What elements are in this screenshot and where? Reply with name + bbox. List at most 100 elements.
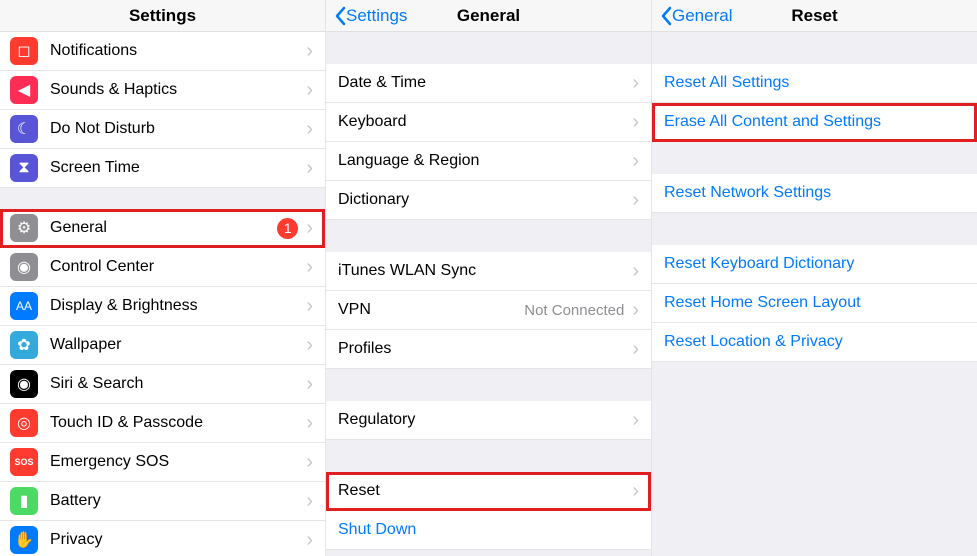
row-label: Reset Home Screen Layout: [664, 294, 965, 312]
chevron-right-icon: ›: [632, 260, 639, 283]
row-label: Erase All Content and Settings: [664, 113, 965, 131]
settings-row-privacy[interactable]: ✋Privacy›: [0, 521, 325, 556]
row-label: Notifications: [50, 42, 306, 60]
col2-row-date-time[interactable]: Date & Time›: [326, 64, 651, 103]
row-label: Shut Down: [338, 521, 639, 539]
settings-row-general[interactable]: ⚙ General1 ›: [0, 209, 325, 248]
row-label: VPN: [338, 301, 524, 319]
col2-row-vpn[interactable]: VPNNot Connected ›: [326, 291, 651, 330]
group-separator: [326, 440, 651, 472]
row-label: Emergency SOS: [50, 453, 306, 471]
col2-row-language-region[interactable]: Language & Region›: [326, 142, 651, 181]
col3-row-reset-all-settings[interactable]: Reset All Settings: [652, 64, 977, 103]
row-label: Reset All Settings: [664, 74, 965, 92]
group-separator: [652, 32, 977, 64]
fingerprint-icon: ◎: [10, 409, 38, 437]
row-label: Privacy: [50, 531, 306, 549]
siri-icon: ◉: [10, 370, 38, 398]
chevron-right-icon: ›: [306, 79, 313, 102]
speaker-icon: ◀︎: [10, 76, 38, 104]
back-to-general-button[interactable]: General: [660, 6, 732, 26]
bell-icon: ◻: [10, 37, 38, 65]
row-label: Wallpaper: [50, 336, 306, 354]
chevron-right-icon: ›: [632, 72, 639, 95]
chevron-right-icon: ›: [306, 373, 313, 396]
chevron-right-icon: ›: [306, 334, 313, 357]
chevron-right-icon: ›: [306, 412, 313, 435]
row-label: Screen Time: [50, 159, 306, 177]
settings-row-display-brightness[interactable]: AADisplay & Brightness›: [0, 287, 325, 326]
back-label: General: [672, 6, 732, 26]
chevron-right-icon: ›: [306, 451, 313, 474]
col2-row-regulatory[interactable]: Regulatory›: [326, 401, 651, 440]
gear-icon: ⚙: [10, 214, 38, 242]
chevron-right-icon: ›: [306, 157, 313, 180]
group-separator: [326, 32, 651, 64]
row-label: Date & Time: [338, 74, 632, 92]
col2-row-itunes-wlan-sync[interactable]: iTunes WLAN Sync›: [326, 252, 651, 291]
battery-icon: ▮: [10, 487, 38, 515]
row-label: iTunes WLAN Sync: [338, 262, 632, 280]
col2-row-profiles[interactable]: Profiles›: [326, 330, 651, 369]
chevron-right-icon: ›: [306, 256, 313, 279]
chevron-right-icon: ›: [632, 338, 639, 361]
chevron-right-icon: ›: [306, 490, 313, 513]
col3-row-erase-all[interactable]: Erase All Content and Settings: [652, 103, 977, 142]
row-label: Sounds & Haptics: [50, 81, 306, 99]
row-detail: Not Connected: [524, 302, 624, 319]
settings-row-notifications[interactable]: ◻ Notifications›: [0, 32, 325, 71]
settings-row-touch-id[interactable]: ◎ Touch ID & Passcode›: [0, 404, 325, 443]
chevron-right-icon: ›: [306, 118, 313, 141]
row-label: Reset Network Settings: [664, 184, 965, 202]
col2-row-shut-down[interactable]: Shut Down: [326, 511, 651, 550]
chevron-right-icon: ›: [306, 295, 313, 318]
general-column: Settings General Date & Time›Keyboard›La…: [326, 0, 652, 556]
settings-row-screen-time[interactable]: ⧗ Screen Time›: [0, 149, 325, 188]
settings-row-do-not-disturb[interactable]: ☾ Do Not Disturb›: [0, 110, 325, 149]
chevron-right-icon: ›: [306, 40, 313, 63]
settings-row-control-center[interactable]: ◉Control Center›: [0, 248, 325, 287]
col2-row-dictionary[interactable]: Dictionary›: [326, 181, 651, 220]
flower-icon: ✿: [10, 331, 38, 359]
back-label: Settings: [346, 6, 407, 26]
col3-row-reset-keyboard-dict[interactable]: Reset Keyboard Dictionary: [652, 245, 977, 284]
row-label: Control Center: [50, 258, 306, 276]
chevron-right-icon: ›: [306, 529, 313, 552]
row-label: Language & Region: [338, 152, 632, 170]
notification-badge: 1: [277, 218, 298, 239]
col2-row-keyboard[interactable]: Keyboard›: [326, 103, 651, 142]
general-list: Date & Time›Keyboard›Language & Region›D…: [326, 32, 651, 556]
row-label: Dictionary: [338, 191, 632, 209]
row-label: Reset: [338, 482, 632, 500]
reset-list: Reset All Settings Erase All Content and …: [652, 32, 977, 556]
group-separator: [326, 369, 651, 401]
chevron-right-icon: ›: [306, 217, 313, 240]
group-separator: [326, 220, 651, 252]
row-label: Do Not Disturb: [50, 120, 306, 138]
col3-row-reset-network[interactable]: Reset Network Settings: [652, 174, 977, 213]
col2-row-reset[interactable]: Reset›: [326, 472, 651, 511]
col3-row-reset-location-privacy[interactable]: Reset Location & Privacy: [652, 323, 977, 362]
reset-header: General Reset: [652, 0, 977, 32]
row-label: General: [50, 219, 277, 237]
settings-row-emergency-sos[interactable]: SOS Emergency SOS›: [0, 443, 325, 482]
settings-row-siri-search[interactable]: ◉Siri & Search›: [0, 365, 325, 404]
row-label: Reset Keyboard Dictionary: [664, 255, 965, 273]
chevron-right-icon: ›: [632, 480, 639, 503]
group-separator: [0, 188, 325, 209]
hourglass-icon: ⧗: [10, 154, 38, 182]
chevron-right-icon: ›: [632, 299, 639, 322]
col3-row-reset-home-screen[interactable]: Reset Home Screen Layout: [652, 284, 977, 323]
group-separator: [652, 213, 977, 245]
back-to-settings-button[interactable]: Settings: [334, 6, 407, 26]
row-label: Touch ID & Passcode: [50, 414, 306, 432]
settings-row-battery[interactable]: ▮Battery›: [0, 482, 325, 521]
row-label: Keyboard: [338, 113, 632, 131]
chevron-right-icon: ›: [632, 111, 639, 134]
sos-icon: SOS: [10, 448, 38, 476]
general-header: Settings General: [326, 0, 651, 32]
moon-icon: ☾: [10, 115, 38, 143]
row-label: Display & Brightness: [50, 297, 306, 315]
settings-row-sounds-haptics[interactable]: ◀︎ Sounds & Haptics›: [0, 71, 325, 110]
settings-row-wallpaper[interactable]: ✿ Wallpaper›: [0, 326, 325, 365]
